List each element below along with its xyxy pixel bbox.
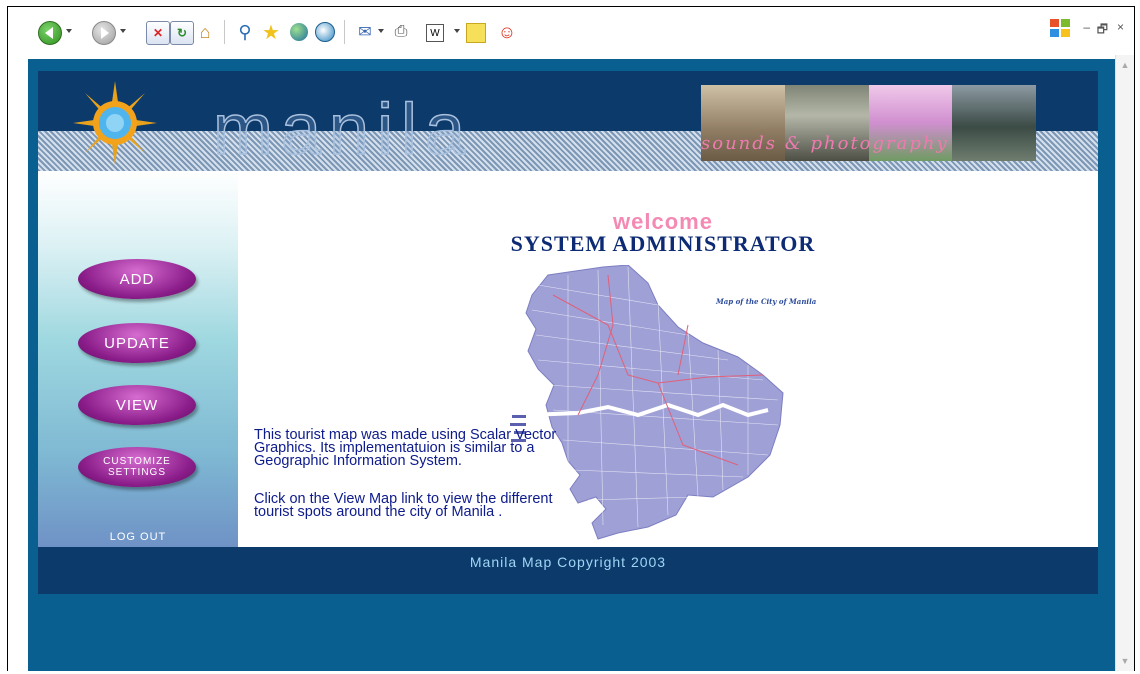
back-icon[interactable] — [38, 21, 62, 45]
back-dropdown-icon[interactable] — [66, 29, 72, 33]
history-icon[interactable] — [314, 21, 336, 43]
map-description: This tourist map was made using Scalar V… — [254, 427, 557, 469]
customize-label-line2: SETTINGS — [107, 467, 166, 478]
media-icon[interactable] — [288, 21, 310, 43]
view-button[interactable]: VIEW — [78, 385, 196, 425]
favorites-icon[interactable]: ★ — [260, 21, 282, 44]
sidebar: ADD UPDATE VIEW CUSTOMIZE SETTINGS LOG O… — [38, 171, 238, 547]
word-dropdown-icon[interactable] — [454, 29, 460, 33]
view-map-instructions: Click on the View Map link to view the d… — [254, 491, 553, 520]
browser-window: ✕ ↻ ⌂ ⚲ ★ ✉ ⎙ W ☺ – 🗗 × manila sounds & … — [7, 6, 1135, 671]
admin-title: SYSTEM ADMINISTRATOR — [510, 231, 816, 256]
site-header: manila sounds & photography — [38, 71, 1098, 171]
photo-caption: sounds & photography — [701, 133, 949, 154]
restore-button[interactable]: 🗗 — [1097, 20, 1108, 41]
refresh-icon[interactable]: ↻ — [170, 21, 194, 45]
messenger-icon[interactable]: ☺ — [496, 21, 518, 43]
update-button[interactable]: UPDATE — [78, 323, 196, 363]
close-button[interactable]: × — [1117, 20, 1124, 34]
web-page: manila sounds & photography ADD UPDATE V… — [28, 59, 1117, 671]
site-footer: Manila Map Copyright 2003 — [38, 547, 1098, 594]
toolbar-separator — [344, 20, 345, 44]
site-logo-text: manila — [212, 89, 474, 171]
home-icon[interactable]: ⌂ — [194, 21, 216, 43]
mail-icon[interactable]: ✉ — [354, 21, 376, 43]
toolbar-separator — [224, 20, 225, 44]
logout-link[interactable]: LOG OUT — [38, 531, 238, 543]
update-button-label: UPDATE — [104, 334, 170, 352]
note-icon[interactable] — [466, 23, 486, 43]
customize-label-line1: CUSTOMIZE — [103, 456, 171, 467]
print-icon[interactable]: ⎙ — [390, 21, 412, 43]
main-content: welcome SYSTEM ADMINISTRATOR Map of the … — [238, 171, 1098, 547]
minimize-button[interactable]: – — [1083, 20, 1090, 34]
add-button[interactable]: ADD — [78, 259, 196, 299]
forward-icon[interactable] — [92, 21, 116, 45]
mail-dropdown-icon[interactable] — [378, 29, 384, 33]
copyright-text: Manila Map Copyright 2003 — [469, 554, 667, 570]
map-title: Map of the City of Manila — [716, 297, 817, 306]
stop-icon[interactable]: ✕ — [146, 21, 170, 45]
search-icon[interactable]: ⚲ — [234, 21, 256, 43]
scroll-up-icon[interactable]: ▲ — [1119, 59, 1131, 71]
view-button-label: VIEW — [115, 396, 159, 414]
browser-toolbar: ✕ ↻ ⌂ ⚲ ★ ✉ ⎙ W ☺ – 🗗 × — [8, 7, 1134, 55]
vertical-scrollbar[interactable]: ▲ ▼ — [1115, 55, 1134, 671]
windows-logo-icon — [1050, 19, 1072, 39]
forward-dropdown-icon[interactable] — [120, 29, 126, 33]
scroll-down-icon[interactable]: ▼ — [1119, 655, 1131, 667]
add-button-label: ADD — [119, 270, 155, 288]
word-icon[interactable]: W — [426, 24, 444, 42]
customize-settings-button[interactable]: CUSTOMIZE SETTINGS — [78, 447, 196, 487]
sun-logo-icon — [73, 81, 157, 165]
